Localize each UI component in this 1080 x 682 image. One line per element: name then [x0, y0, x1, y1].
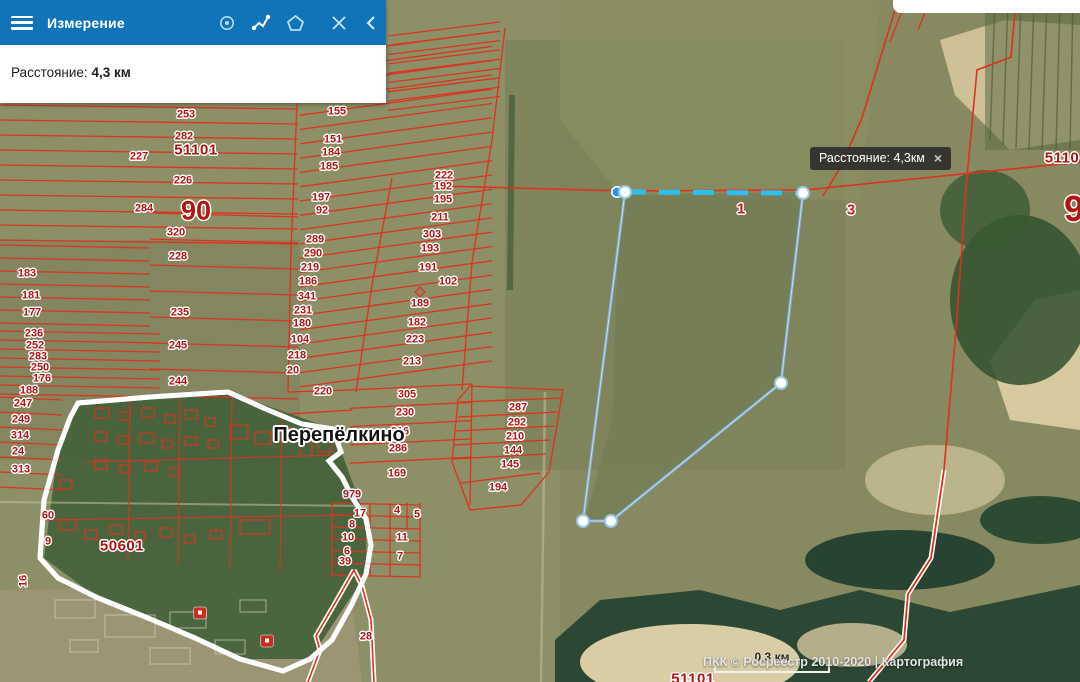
map-label-144[interactable]: 144 [504, 446, 522, 457]
map-label-244[interactable]: 244 [169, 377, 187, 388]
polyline-measure-icon[interactable] [248, 10, 274, 36]
map-label-102[interactable]: 102 [439, 277, 457, 288]
map-label-92[interactable]: 92 [316, 206, 328, 217]
distance-label: Расстояние: [11, 65, 88, 80]
map-label-253[interactable]: 253 [177, 110, 195, 121]
map-label-8[interactable]: 8 [349, 520, 355, 531]
map-label-3[interactable]: 3 [847, 203, 855, 218]
map-label-287[interactable]: 287 [509, 403, 527, 414]
map-label-186[interactable]: 186 [299, 277, 317, 288]
place-label-perepelkino: Перепёлкино [273, 425, 404, 445]
map-label-314[interactable]: 314 [11, 431, 29, 442]
map-label-284[interactable]: 284 [135, 204, 153, 215]
measure-panel-header: Измерение [0, 0, 386, 45]
map-label-194[interactable]: 194 [489, 483, 507, 494]
tooltip-close-icon[interactable]: × [934, 151, 942, 165]
map-label-192[interactable]: 192 [434, 182, 452, 193]
map-label-28[interactable]: 28 [360, 632, 372, 643]
distance-value: 4,3 км [91, 65, 130, 80]
map-label-169[interactable]: 169 [388, 469, 406, 480]
map-label-313[interactable]: 313 [12, 465, 30, 476]
map-label-9[interactable]: 9 [1064, 191, 1080, 227]
close-icon[interactable] [326, 10, 352, 36]
map-label-181[interactable]: 181 [22, 291, 40, 302]
map-label-155[interactable]: 155 [328, 107, 346, 118]
map-label-197[interactable]: 197 [312, 193, 330, 204]
point-measure-icon[interactable] [214, 10, 240, 36]
map-label-188[interactable]: 188 [20, 386, 38, 397]
map-label-185[interactable]: 185 [320, 162, 338, 173]
map-label-180[interactable]: 180 [293, 319, 311, 330]
map-label-305[interactable]: 305 [398, 390, 416, 401]
map-label-218[interactable]: 218 [288, 351, 306, 362]
map-label-247[interactable]: 247 [14, 399, 32, 410]
map-label-90[interactable]: 90 [181, 198, 211, 225]
map-label-249[interactable]: 249 [12, 415, 30, 426]
map-label-51101[interactable]: 51101 [671, 672, 714, 682]
map-label-51101[interactable]: 51101 [174, 143, 217, 158]
map-label-104[interactable]: 104 [291, 335, 309, 346]
map-label-39[interactable]: 39 [339, 557, 351, 568]
map-label-213[interactable]: 213 [403, 357, 421, 368]
map-label-230[interactable]: 230 [396, 408, 414, 419]
map-label-290[interactable]: 290 [304, 249, 322, 260]
polygon-measure-icon[interactable] [282, 10, 308, 36]
map-label-182[interactable]: 182 [408, 318, 426, 329]
map-label-24[interactable]: 24 [12, 447, 24, 458]
map-label-210[interactable]: 210 [506, 432, 524, 443]
map-label-228[interactable]: 228 [169, 252, 187, 263]
map-label-184[interactable]: 184 [322, 148, 340, 159]
map-label-177[interactable]: 177 [23, 308, 41, 319]
map-label-5110[interactable]: 5110 [1045, 151, 1080, 166]
map-label-289[interactable]: 289 [306, 235, 324, 246]
map-label-145[interactable]: 145 [501, 460, 519, 471]
distance-result: Расстояние: 4,3 км [11, 65, 131, 80]
map-label-223[interactable]: 223 [406, 335, 424, 346]
map-label-195[interactable]: 195 [434, 195, 452, 206]
map-label-151[interactable]: 151 [324, 135, 342, 146]
collapse-panel-icon[interactable] [358, 10, 384, 36]
cadastral-map-app: 2531552825110122715118418522622219219792… [0, 0, 1080, 682]
map-label-245[interactable]: 245 [169, 341, 187, 352]
map-label-231[interactable]: 231 [294, 306, 312, 317]
map-label-303[interactable]: 303 [423, 230, 441, 241]
map-label-1[interactable]: 1 [737, 202, 745, 217]
map-label-219[interactable]: 219 [301, 263, 319, 274]
map-attribution: ПКК © Росреестр 2010-2020 | Картография [703, 655, 963, 669]
measure-result-panel: Расстояние: 4,3 км [0, 45, 386, 103]
map-label-292[interactable]: 292 [508, 418, 526, 429]
measurement-tooltip-text: Расстояние: 4,3км [819, 151, 925, 165]
map-label-176[interactable]: 176 [33, 374, 51, 385]
map-label-20[interactable]: 20 [287, 366, 299, 377]
map-label-341[interactable]: 341 [298, 292, 316, 303]
map-label-17[interactable]: 17 [354, 509, 366, 520]
search-bar-remnant [893, 0, 1080, 13]
map-label-193[interactable]: 193 [421, 244, 439, 255]
menu-icon[interactable] [11, 16, 33, 30]
measurement-tooltip: Расстояние: 4,3км × [810, 147, 951, 170]
map-label-236[interactable]: 236 [25, 329, 43, 340]
map-label-10[interactable]: 10 [342, 533, 354, 544]
map-label-220[interactable]: 220 [314, 387, 332, 398]
map-poi-icon[interactable] [261, 636, 273, 647]
map-poi-icon[interactable] [194, 608, 206, 619]
map-label-50601[interactable]: 50601 [100, 539, 144, 554]
map-label-211[interactable]: 211 [431, 213, 449, 224]
panel-title: Измерение [47, 15, 125, 31]
map-label-11[interactable]: 11 [396, 533, 408, 544]
map-label-226[interactable]: 226 [174, 176, 192, 187]
map-label-9[interactable]: 9 [45, 537, 51, 548]
map-label-979[interactable]: 979 [343, 490, 361, 501]
map-label-227[interactable]: 227 [130, 152, 148, 163]
map-label-16: 16 [19, 575, 30, 587]
map-label-189[interactable]: 189 [411, 299, 429, 310]
map-label-7[interactable]: 7 [397, 552, 403, 563]
map-label-4[interactable]: 4 [394, 506, 400, 517]
map-label-5[interactable]: 5 [414, 510, 420, 521]
map-label-235[interactable]: 235 [171, 308, 189, 319]
map-label-320[interactable]: 320 [167, 228, 185, 239]
map-label-60[interactable]: 60 [42, 511, 54, 522]
map-label-183[interactable]: 183 [18, 269, 36, 280]
map-label-191[interactable]: 191 [419, 263, 437, 274]
